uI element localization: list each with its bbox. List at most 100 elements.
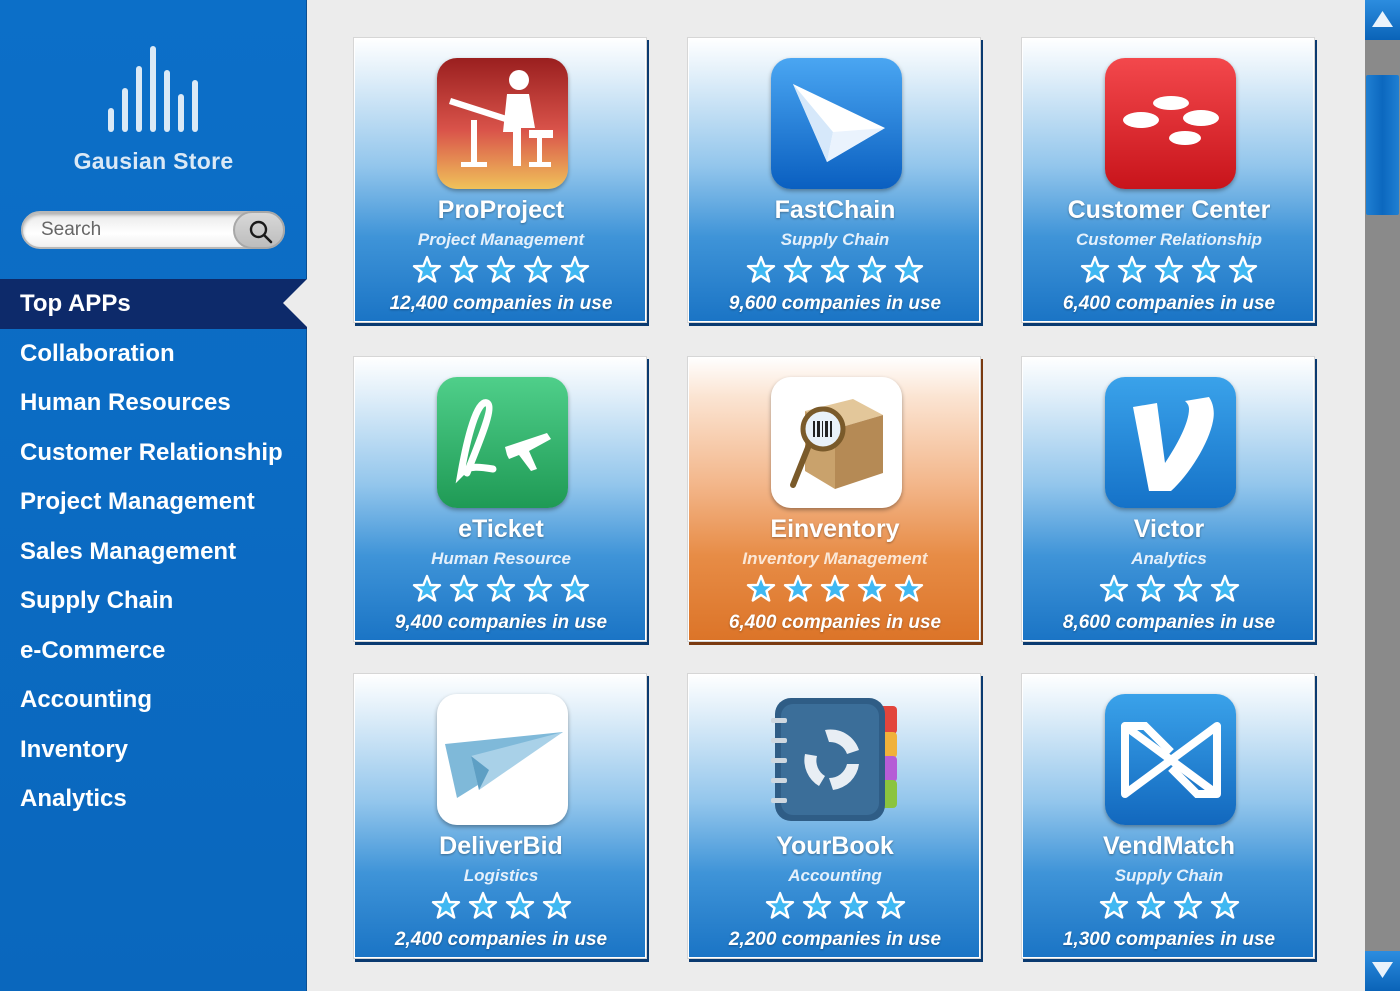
app-name: VendMatch [1103, 832, 1235, 860]
scroll-up-button[interactable] [1365, 0, 1400, 40]
search-box [21, 211, 285, 249]
nav-item-project-management[interactable]: Project Management [0, 477, 307, 527]
nav-item-human-resources[interactable]: Human Resources [0, 378, 307, 428]
star-icon [1117, 255, 1147, 283]
app-name: ProProject [437, 196, 565, 224]
star-icon [449, 574, 479, 602]
app-card-victor[interactable]: Victor Analytics 8,600 companies in use [1021, 356, 1315, 642]
app-category: Human Resource [431, 549, 571, 568]
nav-item-supply-chain[interactable]: Supply Chain [0, 576, 307, 626]
app-card-fastchain[interactable]: FastChain Supply Chain 9,600 companies i… [687, 37, 981, 323]
rating-stars [1022, 891, 1316, 925]
star-icon [746, 255, 776, 283]
scroll-down-button[interactable] [1365, 951, 1400, 991]
v-letter-icon [1105, 377, 1236, 508]
nav-item-collaboration[interactable]: Collaboration [0, 329, 307, 379]
bowtie-icon [1105, 694, 1236, 825]
star-icon [1228, 255, 1258, 283]
nav-item-accounting[interactable]: Accounting [0, 675, 307, 725]
nav-item-customer-relationship[interactable]: Customer Relationship [0, 428, 307, 478]
star-icon [431, 891, 460, 919]
nav-item-e-commerce[interactable]: e-Commerce [0, 626, 307, 676]
star-icon [523, 255, 553, 283]
star-icon [486, 255, 516, 283]
star-icon [505, 891, 534, 919]
star-icon [746, 574, 776, 602]
app-name: FastChain [774, 196, 896, 224]
star-icon [486, 574, 516, 602]
store-logo[interactable]: Gausian Store [0, 42, 307, 182]
app-name: eTicket [458, 515, 544, 543]
app-name: Customer Center [1067, 196, 1271, 224]
app-usage: 9,600 companies in use [728, 293, 942, 314]
flight-ticket-icon [437, 377, 568, 508]
box-magnifier-icon [771, 377, 902, 508]
rating-stars [354, 574, 648, 608]
star-icon [1080, 255, 1110, 283]
star-icon [894, 255, 924, 283]
app-card-yourbook[interactable]: YourBook Accounting 2,200 companies in u… [687, 673, 981, 959]
app-card-vendmatch[interactable]: VendMatch Supply Chain 1,300 companies i… [1021, 673, 1315, 959]
star-icon [449, 255, 479, 283]
rating-stars [688, 574, 982, 608]
star-icon [894, 574, 924, 602]
app-usage: 12,400 companies in use [389, 293, 613, 314]
address-book-icon [771, 694, 902, 825]
star-icon [857, 574, 887, 602]
drafting-desk-icon [437, 58, 568, 189]
vertical-scrollbar[interactable] [1365, 0, 1400, 991]
star-icon [523, 574, 553, 602]
app-usage: 9,400 companies in use [394, 612, 608, 633]
app-category: Inventory Management [742, 549, 928, 568]
nav-item-inventory[interactable]: Inventory [0, 725, 307, 775]
star-icon [1099, 574, 1128, 602]
nav-item-top-apps[interactable]: Top APPs [0, 279, 307, 329]
app-card-proproject[interactable]: ProProject Project Management 12,400 com… [353, 37, 647, 323]
app-card-customer-center[interactable]: Customer Center Customer Relationship 6,… [1021, 37, 1315, 323]
star-icon [783, 574, 813, 602]
app-name: DeliverBid [439, 832, 563, 860]
star-icon [802, 891, 831, 919]
app-category: Analytics [1131, 549, 1207, 568]
star-icon [542, 891, 571, 919]
star-icon [1099, 891, 1128, 919]
app-usage: 6,400 companies in use [728, 612, 942, 633]
search-input[interactable] [41, 219, 231, 241]
nav-item-analytics[interactable]: Analytics [0, 774, 307, 824]
app-category: Supply Chain [1114, 866, 1224, 885]
star-icon [412, 574, 442, 602]
app-name: Einventory [770, 515, 900, 543]
search-icon [249, 220, 273, 244]
scroll-thumb[interactable] [1366, 75, 1399, 215]
app-card-eticket[interactable]: eTicket Human Resource 9,400 companies i… [353, 356, 647, 642]
category-nav: Top APPs Collaboration Human Resources C… [0, 279, 307, 824]
star-icon [820, 574, 850, 602]
app-usage: 2,200 companies in use [728, 929, 942, 950]
star-icon [765, 891, 794, 919]
star-icon [412, 255, 442, 283]
app-card-deliverbid[interactable]: DeliverBid Logistics 2,400 companies in … [353, 673, 647, 959]
star-icon [839, 891, 868, 919]
app-usage: 1,300 companies in use [1062, 929, 1276, 950]
star-icon [1191, 255, 1221, 283]
sidebar: Gausian Store Top APPs Collaboration Hum… [0, 0, 307, 991]
app-usage: 8,600 companies in use [1062, 612, 1276, 633]
app-usage: 2,400 companies in use [394, 929, 608, 950]
app-card-einventory[interactable]: Einventory Inventory Management 6,400 co… [687, 356, 981, 642]
rating-stars [688, 891, 982, 925]
star-icon [820, 255, 850, 283]
app-name: YourBook [776, 832, 894, 860]
app-category: Logistics [463, 866, 539, 885]
rating-stars [354, 891, 648, 925]
nav-item-sales-management[interactable]: Sales Management [0, 527, 307, 577]
star-icon [1136, 891, 1165, 919]
app-category: Supply Chain [780, 230, 890, 249]
search-button[interactable] [233, 211, 285, 249]
star-icon [468, 891, 497, 919]
rating-stars [1022, 255, 1316, 289]
discs-icon [1105, 58, 1236, 189]
paper-plane-outline-icon [437, 694, 568, 825]
app-usage: 6,400 companies in use [1062, 293, 1276, 314]
rating-stars [688, 255, 982, 289]
star-icon [876, 891, 905, 919]
